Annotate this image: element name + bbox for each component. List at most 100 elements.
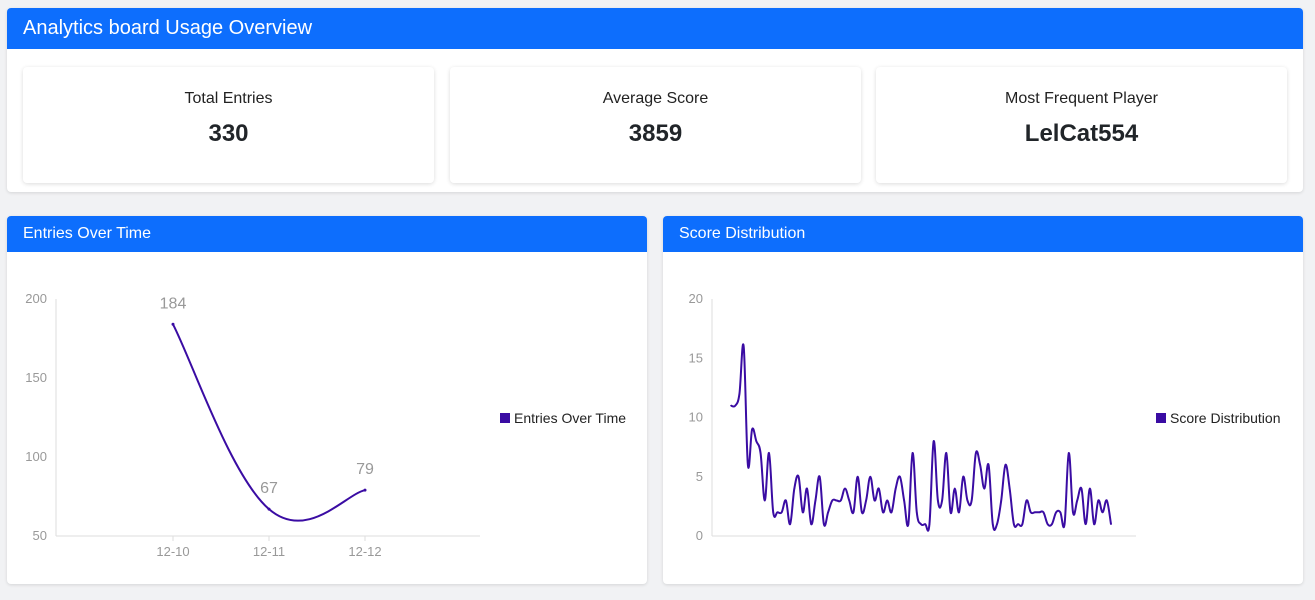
score-data-point xyxy=(865,499,867,502)
score-data-point xyxy=(1067,452,1070,454)
score-data-point xyxy=(1042,511,1045,514)
score-data-point xyxy=(1059,511,1062,514)
score-data-point xyxy=(1055,511,1057,514)
score-data-point xyxy=(806,487,808,490)
score-data-point xyxy=(1097,499,1100,502)
y-tick-label: 5 xyxy=(696,469,703,484)
score-data-point xyxy=(1038,511,1041,514)
score-data-point xyxy=(1084,523,1087,525)
score-data-point xyxy=(966,499,969,502)
entries-data-point xyxy=(363,488,367,492)
stat-value: 330 xyxy=(208,120,249,147)
entries-data-label: 67 xyxy=(260,480,278,497)
entries-legend[interactable]: Entries Over Time xyxy=(500,410,626,426)
stat-value: LelCat554 xyxy=(1024,120,1139,147)
stat-card-total-entries: Total Entries 330 xyxy=(23,67,434,183)
stat-label: Most Frequent Player xyxy=(1005,90,1158,107)
score-data-point xyxy=(759,452,762,454)
score-data-point xyxy=(928,523,931,525)
score-data-point xyxy=(915,511,918,514)
y-tick-label: 15 xyxy=(689,350,703,365)
score-data-point xyxy=(1034,511,1036,514)
score-data-point xyxy=(738,393,741,395)
score-data-point xyxy=(1101,511,1104,514)
score-data-point xyxy=(1008,487,1011,490)
score-data-point xyxy=(801,511,804,514)
score-data-point xyxy=(755,440,758,442)
score-data-point xyxy=(839,499,842,502)
score-data-point xyxy=(945,452,948,454)
score-data-point xyxy=(890,511,893,514)
legend-label: Entries Over Time xyxy=(514,410,627,426)
score-data-point xyxy=(1025,499,1028,502)
score-data-point xyxy=(1000,499,1003,502)
score-data-point xyxy=(903,499,905,502)
score-data-point xyxy=(882,511,884,514)
score-data-point xyxy=(991,523,994,525)
stat-label: Average Score xyxy=(602,90,709,107)
score-data-point xyxy=(1046,523,1049,525)
stat-card-average-score: Average Score 3859 xyxy=(450,67,861,183)
entries-chart-panel: Entries Over Time 50 100 150 200 12-10 12-11 1… xyxy=(7,216,647,584)
score-data-point xyxy=(962,475,965,478)
score-data-point xyxy=(1051,523,1053,525)
score-data-point xyxy=(861,511,863,514)
score-data-point xyxy=(869,475,872,478)
score-data-point xyxy=(894,487,897,490)
score-data-point xyxy=(953,487,956,490)
score-data-point xyxy=(818,475,821,478)
entries-data-label: 184 xyxy=(160,295,187,312)
score-data-point xyxy=(941,499,943,502)
score-data-point xyxy=(1105,499,1108,502)
score-data-point xyxy=(776,511,779,514)
score-data-point xyxy=(1021,523,1024,525)
score-data-point xyxy=(852,511,855,514)
stat-value: 3859 xyxy=(628,120,683,147)
y-tick-label: 50 xyxy=(33,528,47,543)
score-data-point xyxy=(1017,523,1019,525)
y-tick-label: 20 xyxy=(689,291,703,306)
score-data-point xyxy=(730,404,732,407)
score-data-point xyxy=(856,475,859,478)
score-data-point xyxy=(1063,523,1066,525)
score-data-point xyxy=(920,523,922,525)
score-data-point xyxy=(983,487,986,490)
score-data-point xyxy=(1093,523,1095,525)
score-data-point xyxy=(831,499,834,502)
legend-swatch xyxy=(500,413,510,423)
entries-chart-title: Entries Over Time xyxy=(7,216,647,252)
score-legend[interactable]: Score Distribution xyxy=(1156,410,1281,426)
score-data-point xyxy=(810,523,813,525)
overview-title: Analytics board Usage Overview xyxy=(7,8,1303,49)
score-data-point xyxy=(747,464,749,466)
score-data-point xyxy=(768,452,770,454)
score-data-point xyxy=(1072,511,1074,514)
score-data-point xyxy=(793,487,796,490)
legend-swatch xyxy=(1156,413,1166,423)
score-data-point xyxy=(932,440,935,442)
score-data-point xyxy=(763,499,766,502)
stat-card-most-frequent-player: Most Frequent Player LelCat554 xyxy=(876,67,1287,183)
y-tick-label: 0 xyxy=(696,528,703,543)
y-tick-label: 150 xyxy=(25,370,47,385)
y-tick-label: 100 xyxy=(25,449,47,464)
score-data-point xyxy=(1089,487,1091,490)
score-data-point xyxy=(937,499,939,502)
score-data-point xyxy=(835,499,838,502)
score-data-point xyxy=(1004,464,1007,466)
score-data-point xyxy=(772,511,775,514)
entries-data-point xyxy=(171,322,175,326)
score-data-point xyxy=(823,523,825,525)
score-data-point xyxy=(827,511,829,514)
score-data-point xyxy=(911,452,914,454)
score-data-point xyxy=(899,475,901,478)
y-tick-label: 200 xyxy=(25,291,47,306)
score-data-point xyxy=(996,523,998,525)
score-data-point xyxy=(751,428,753,431)
x-tick-label: 12-12 xyxy=(348,544,381,559)
score-data-point xyxy=(886,499,889,502)
score-data-point xyxy=(949,511,952,514)
score-data-point xyxy=(907,523,910,525)
score-data-point xyxy=(1013,523,1015,525)
score-data-point xyxy=(1110,523,1112,525)
